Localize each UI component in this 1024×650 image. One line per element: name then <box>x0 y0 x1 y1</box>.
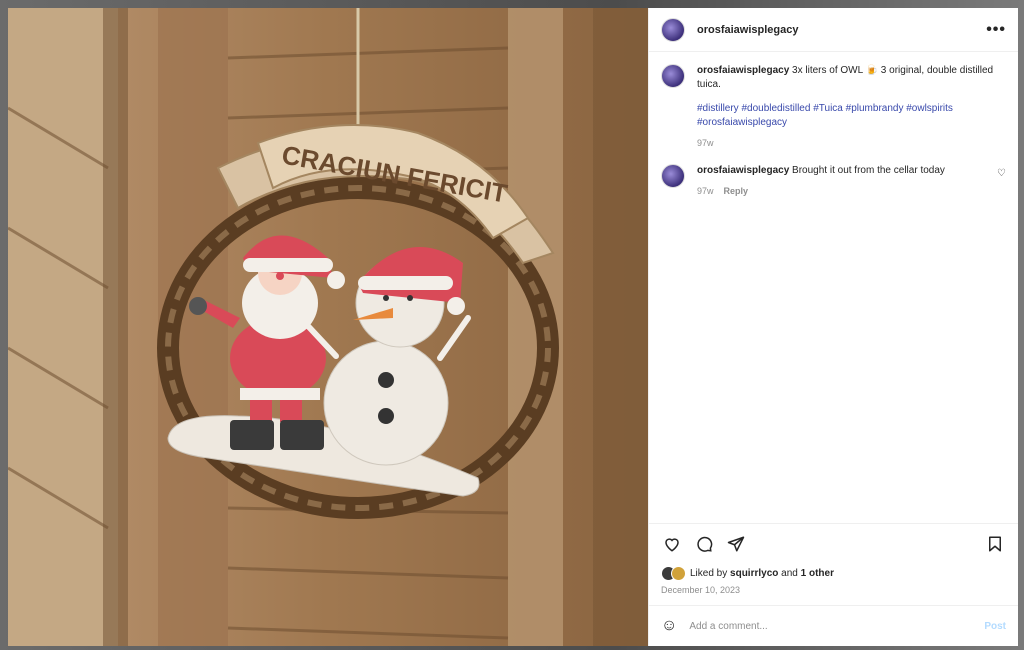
comment-username[interactable]: orosfaiawisplegacy <box>697 65 789 76</box>
comment-like-heart-icon[interactable]: ♡ <box>997 168 1006 198</box>
comment-input[interactable] <box>687 619 975 633</box>
bookmark-icon[interactable] <box>984 533 1006 555</box>
more-horizontal-icon[interactable]: ••• <box>986 21 1006 39</box>
hashtag-link[interactable]: #distillery <box>697 103 739 114</box>
comment-meta: 97w Reply <box>697 184 985 198</box>
avatar[interactable] <box>661 64 685 88</box>
post-photo[interactable]: CRACIUN FERICIT <box>8 8 648 646</box>
heart-icon[interactable] <box>661 533 683 555</box>
comment-text: Brought it out from the cellar today <box>792 165 945 176</box>
comment-body: orosfaiawisplegacy Brought it out from t… <box>697 164 985 198</box>
share-icon[interactable] <box>725 533 747 555</box>
post-modal: CRACIUN FERICIT orosfaiawisplegacy ••• o… <box>8 8 1018 646</box>
liker-avatars[interactable] <box>661 565 686 581</box>
comments-list: orosfaiawisplegacy 3x liters of OWL 🍺 3 … <box>649 52 1018 523</box>
comment-item: orosfaiawisplegacy Brought it out from t… <box>661 164 1006 198</box>
action-bar <box>649 523 1018 564</box>
hashtag-link[interactable]: #orosfaiawisplegacy <box>697 117 787 128</box>
comment-username[interactable]: orosfaiawisplegacy <box>697 165 789 176</box>
smiley-icon[interactable]: ☺ <box>661 617 677 635</box>
avatar <box>671 565 686 581</box>
comment-time[interactable]: 97w <box>697 184 714 198</box>
comment-meta: 97w <box>697 136 1006 150</box>
avatar[interactable] <box>661 17 685 42</box>
likes-prefix: Liked by <box>690 567 728 579</box>
hashtag-link[interactable]: #plumbrandy <box>846 103 904 114</box>
hashtags: #distillery #doubledistilled #Tuica #plu… <box>697 102 1006 130</box>
post-button[interactable]: Post <box>984 621 1006 632</box>
likes-user[interactable]: squirrlyco <box>730 568 778 579</box>
hashtag-link[interactable]: #doubledistilled <box>741 103 810 114</box>
post-side-panel: orosfaiawisplegacy ••• orosfaiawisplegac… <box>648 8 1018 646</box>
hashtag-link[interactable]: #owlspirits <box>906 103 953 114</box>
avatar[interactable] <box>661 164 685 188</box>
comment-composer: ☺ Post <box>649 605 1018 646</box>
comment-time[interactable]: 97w <box>697 136 714 150</box>
comment-icon[interactable] <box>693 533 715 555</box>
hashtag-link[interactable]: #Tuica <box>813 103 843 114</box>
caption-comment: orosfaiawisplegacy 3x liters of OWL 🍺 3 … <box>661 64 1006 150</box>
likes-summary: Liked by squirrlyco and 1 other <box>649 564 1018 582</box>
comment-body: orosfaiawisplegacy 3x liters of OWL 🍺 3 … <box>697 64 1006 150</box>
wreath-photo-image: CRACIUN FERICIT <box>8 8 648 646</box>
likes-and: and <box>781 567 798 579</box>
post-header: orosfaiawisplegacy ••• <box>649 8 1018 52</box>
likes-others[interactable]: 1 other <box>801 568 834 579</box>
reply-button[interactable]: Reply <box>724 184 749 198</box>
post-date[interactable]: December 10, 2023 <box>649 582 1018 605</box>
header-username[interactable]: orosfaiawisplegacy <box>697 24 799 36</box>
